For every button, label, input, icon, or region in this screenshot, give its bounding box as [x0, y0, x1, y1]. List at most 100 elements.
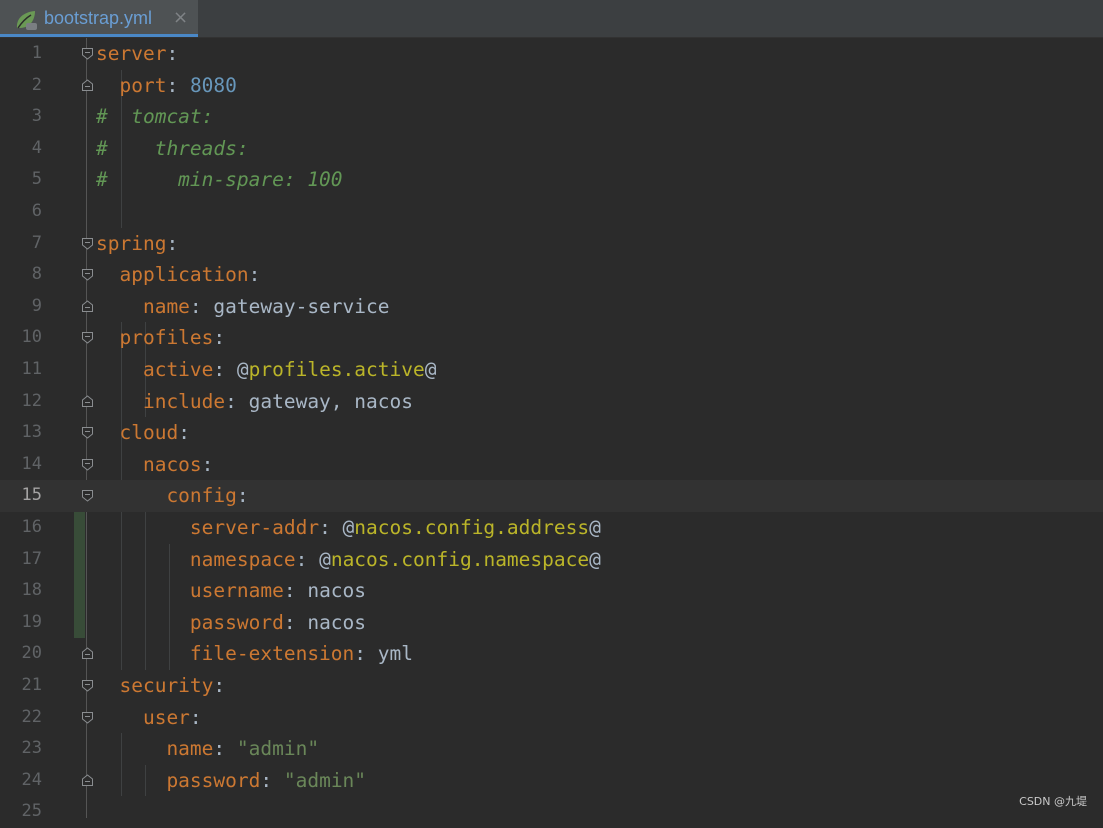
code-text: name: gateway-service	[96, 291, 390, 323]
fold-end-icon[interactable]	[81, 300, 94, 313]
code-token: : @	[213, 358, 249, 381]
code-token: :	[213, 326, 226, 350]
code-line[interactable]: 13 cloud:	[0, 417, 1103, 449]
code-token: :	[189, 705, 202, 729]
code-text: nacos:	[96, 449, 213, 481]
code-line[interactable]: 12 include: gateway, nacos	[0, 386, 1103, 418]
code-token: : nacos	[283, 610, 367, 634]
code-line[interactable]: 18 username: nacos	[0, 575, 1103, 607]
code-token: :	[260, 768, 284, 792]
code-token: @	[424, 358, 437, 381]
code-text: # threads:	[96, 133, 249, 165]
code-token: "admin"	[236, 737, 320, 761]
code-line[interactable]: 2 port: 8080	[0, 70, 1103, 102]
fold-collapse-icon[interactable]	[81, 458, 94, 471]
code-token: cloud	[96, 421, 179, 445]
code-token: password	[96, 768, 261, 792]
code-token: : gateway, nacos	[225, 389, 413, 413]
code-line[interactable]: 17 namespace: @nacos.config.namespace@	[0, 544, 1103, 576]
code-text: user:	[96, 702, 202, 734]
code-token: port	[96, 73, 167, 97]
code-token: active	[96, 358, 214, 381]
fold-collapse-icon[interactable]	[81, 47, 94, 60]
code-token: profiles.active	[248, 358, 425, 381]
line-number: 3	[31, 106, 42, 127]
code-line[interactable]: 10 profiles:	[0, 322, 1103, 354]
code-token: server	[96, 42, 167, 65]
code-line[interactable]: 5 # min-spare: 100	[0, 164, 1103, 196]
line-number: 4	[31, 137, 42, 158]
code-text: profiles:	[96, 322, 225, 354]
line-number: 22	[21, 706, 42, 727]
code-token: profiles	[96, 326, 214, 350]
code-line[interactable]: 8 application:	[0, 259, 1103, 291]
code-token: :	[178, 421, 190, 445]
code-token: : nacos	[283, 579, 367, 603]
tab-bootstrap-yml[interactable]: bootstrap.yml ×	[0, 0, 198, 37]
code-token: : @	[319, 516, 355, 539]
line-number: 14	[21, 453, 42, 474]
code-line[interactable]: 24 password: "admin"	[0, 765, 1103, 797]
fold-end-icon[interactable]	[81, 78, 94, 92]
vcs-modified-marker[interactable]	[74, 512, 85, 639]
code-token: password	[96, 610, 284, 634]
code-text: username: nacos	[96, 575, 366, 607]
line-number: 19	[21, 611, 42, 632]
code-token: @	[589, 547, 601, 571]
spring-leaf-icon	[16, 11, 37, 30]
code-line[interactable]: 1 server:	[0, 38, 1103, 70]
code-line[interactable]: 20 file-extension: yml	[0, 638, 1103, 670]
code-line[interactable]: 6	[0, 196, 1103, 228]
line-number: 11	[21, 359, 42, 379]
code-token: : yml	[354, 642, 413, 666]
code-line[interactable]: 9 name: gateway-service	[0, 291, 1103, 323]
watermark: CSDN @九堤	[1019, 795, 1087, 808]
code-line[interactable]: 21 security:	[0, 670, 1103, 702]
line-number: 2	[31, 74, 42, 95]
code-line[interactable]: 16 server-addr: @nacos.config.address@	[0, 512, 1103, 544]
code-line[interactable]: 14 nacos:	[0, 449, 1103, 481]
fold-collapse-icon[interactable]	[81, 331, 94, 345]
line-number: 25	[21, 801, 42, 822]
fold-collapse-icon[interactable]	[81, 489, 94, 503]
code-token: security	[96, 674, 214, 697]
code-editor[interactable]: 1 server: 2 port: 8080 3 # tomcat: 4 # threads…	[0, 38, 1103, 821]
code-line[interactable]: 23 name: "admin"	[0, 733, 1103, 765]
fold-end-icon[interactable]	[81, 774, 94, 787]
code-text: config:	[96, 480, 248, 512]
code-token: username	[96, 579, 284, 603]
code-text: # tomcat:	[96, 101, 213, 133]
line-number: 23	[21, 738, 42, 759]
line-number: 5	[31, 169, 42, 190]
code-text: security:	[96, 670, 225, 702]
code-token: # threads:	[96, 136, 249, 160]
code-token: 8080	[189, 73, 237, 97]
code-line[interactable]: 15 config:	[0, 480, 1103, 512]
code-line[interactable]: 7 spring:	[0, 228, 1103, 260]
code-token: server-addr	[96, 516, 320, 539]
code-line[interactable]: 25	[0, 796, 1103, 828]
fold-collapse-icon[interactable]	[81, 268, 94, 281]
code-token: spring	[96, 231, 167, 255]
fold-collapse-icon[interactable]	[81, 237, 94, 250]
line-number: 24	[21, 769, 42, 790]
code-token: :	[166, 73, 190, 97]
line-number: 18	[21, 580, 42, 601]
close-icon[interactable]: ×	[173, 7, 188, 28]
fold-collapse-icon[interactable]	[81, 679, 94, 692]
code-line[interactable]: 11 active: @profiles.active@	[0, 354, 1103, 386]
code-line[interactable]: 4 # threads:	[0, 133, 1103, 165]
fold-end-icon[interactable]	[81, 394, 94, 408]
code-token: nacos	[96, 452, 202, 476]
code-text: namespace: @nacos.config.namespace@	[96, 544, 601, 576]
fold-collapse-icon[interactable]	[81, 711, 94, 724]
line-number: 6	[31, 201, 42, 221]
code-token: file-extension	[96, 642, 355, 666]
line-number: 21	[21, 675, 42, 695]
code-line[interactable]: 3 # tomcat:	[0, 101, 1103, 133]
code-token: application	[96, 263, 249, 287]
fold-collapse-icon[interactable]	[81, 426, 94, 439]
fold-end-icon[interactable]	[81, 647, 94, 660]
code-line[interactable]: 19 password: nacos	[0, 607, 1103, 639]
code-line[interactable]: 22 user:	[0, 702, 1103, 734]
